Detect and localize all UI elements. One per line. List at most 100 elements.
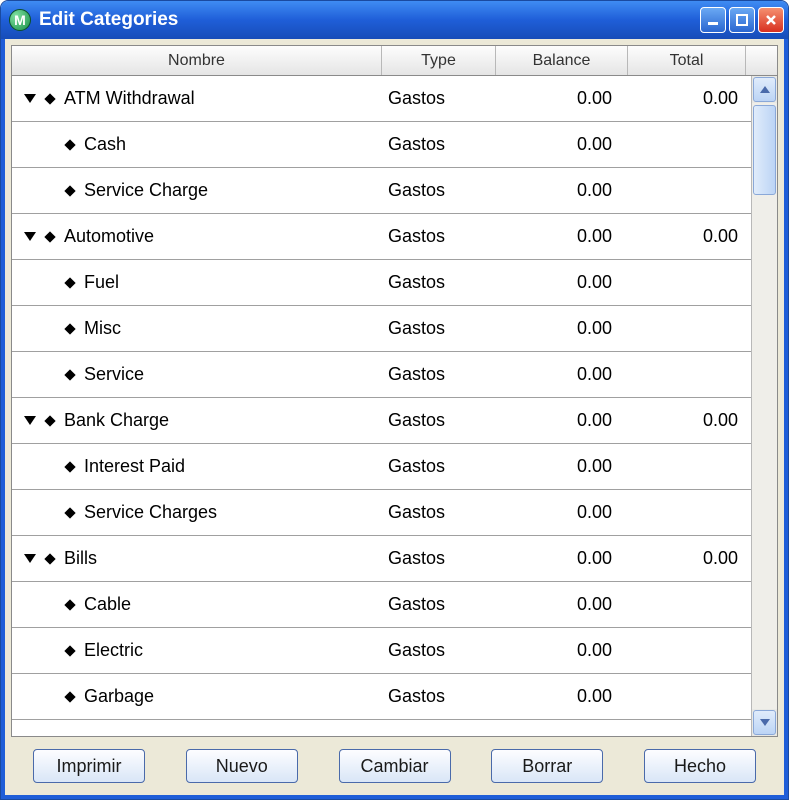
table-row[interactable]: GarbageGastos0.00 [12,674,751,720]
table-row[interactable]: Interest Paid Gastos0.00 [12,444,751,490]
bullet-diamond-icon [64,507,75,518]
cell-balance: 0.00 [496,686,628,707]
cell-name: Cash [12,134,382,155]
category-name: Service Charges [84,502,217,523]
delete-button[interactable]: Borrar [491,749,603,783]
cell-balance: 0.00 [496,88,628,109]
table-row[interactable]: Service ChargeGastos0.00 [12,168,751,214]
window-title: Edit Categories [39,9,700,31]
close-button[interactable] [758,7,784,33]
cell-balance: 0.00 [496,364,628,385]
scroll-up-button[interactable] [753,77,776,102]
cell-type: Gastos [382,594,496,615]
category-name: Electric [84,640,143,661]
cell-name: Garbage [12,686,382,707]
table-rows: ATM WithdrawalGastos0.000.00CashGastos0.… [12,76,751,736]
table-body-viewport: ATM WithdrawalGastos0.000.00CashGastos0.… [12,76,777,736]
table-row[interactable]: BillsGastos0.000.00 [12,536,751,582]
category-name: Service Charge [84,180,208,201]
category-name: Misc [84,318,121,339]
table-row[interactable]: Electric Gastos0.00 [12,628,751,674]
new-button[interactable]: Nuevo [186,749,298,783]
table-row[interactable]: ServiceGastos0.00 [12,352,751,398]
minimize-button[interactable] [700,7,726,33]
bullet-diamond-icon [64,277,75,288]
table-row[interactable]: CableGastos0.00 [12,582,751,628]
column-header-total[interactable]: Total [628,46,746,75]
cell-type: Gastos [382,686,496,707]
category-name: Bills [64,548,97,569]
cell-type: Gastos [382,410,496,431]
cell-total: 0.00 [628,226,746,247]
cell-name: Service Charges [12,502,382,523]
table-row[interactable]: ATM WithdrawalGastos0.000.00 [12,76,751,122]
cell-balance: 0.00 [496,456,628,477]
column-header-balance[interactable]: Balance [496,46,628,75]
titlebar-buttons [700,7,784,33]
cell-type: Gastos [382,502,496,523]
column-header-spacer [746,46,777,75]
cell-name: Interest Paid [12,456,382,477]
change-button[interactable]: Cambiar [339,749,451,783]
table-row[interactable]: Bank ChargeGastos0.000.00 [12,398,751,444]
cell-name: Automotive [12,226,382,247]
scroll-down-button[interactable] [753,710,776,735]
cell-balance: 0.00 [496,594,628,615]
maximize-icon [736,14,748,26]
bullet-diamond-icon [64,139,75,150]
bullet-diamond-icon [64,369,75,380]
cell-balance: 0.00 [496,318,628,339]
column-header-type[interactable]: Type [382,46,496,75]
cell-balance: 0.00 [496,502,628,523]
window: M Edit Categories Nombre Type Balance To… [0,0,789,800]
titlebar[interactable]: M Edit Categories [1,1,788,39]
bullet-diamond-icon [44,415,55,426]
cell-type: Gastos [382,226,496,247]
cell-type: Gastos [382,640,496,661]
vertical-scrollbar[interactable] [751,76,777,736]
table-row[interactable]: AutomotiveGastos0.000.00 [12,214,751,260]
minimize-icon [707,14,719,26]
cell-name: Bank Charge [12,410,382,431]
category-name: ATM Withdrawal [64,88,195,109]
column-header-name[interactable]: Nombre [12,46,382,75]
table-row[interactable]: FuelGastos0.00 [12,260,751,306]
table-row[interactable]: CashGastos0.00 [12,122,751,168]
category-name: Interest Paid [84,456,185,477]
disclosure-triangle-icon[interactable] [24,232,36,241]
cell-name: Cable [12,594,382,615]
bullet-diamond-icon [64,645,75,656]
cell-name: Bills [12,548,382,569]
client-area: Nombre Type Balance Total ATM Withdrawal… [1,39,788,799]
done-button[interactable]: Hecho [644,749,756,783]
scrollbar-track[interactable] [752,103,777,709]
table-row[interactable]: Service Charges Gastos0.00 [12,490,751,536]
disclosure-triangle-icon[interactable] [24,554,36,563]
cell-name: Service [12,364,382,385]
bullet-diamond-icon [44,93,55,104]
disclosure-triangle-icon[interactable] [24,94,36,103]
cell-balance: 0.00 [496,134,628,155]
print-button[interactable]: Imprimir [33,749,145,783]
scrollbar-thumb[interactable] [753,105,776,195]
category-name: Automotive [64,226,154,247]
table-header: Nombre Type Balance Total [12,46,777,76]
cell-type: Gastos [382,134,496,155]
close-icon [765,14,777,26]
cell-type: Gastos [382,272,496,293]
category-name: Bank Charge [64,410,169,431]
cell-type: Gastos [382,318,496,339]
cell-type: Gastos [382,456,496,477]
arrow-up-icon [760,86,770,93]
bullet-diamond-icon [64,691,75,702]
disclosure-triangle-icon[interactable] [24,416,36,425]
cell-type: Gastos [382,180,496,201]
cell-name: Fuel [12,272,382,293]
bullet-diamond-icon [44,553,55,564]
table-row[interactable]: Misc Gastos0.00 [12,306,751,352]
bullet-diamond-icon [64,599,75,610]
maximize-button[interactable] [729,7,755,33]
cell-balance: 0.00 [496,272,628,293]
cell-name: Service Charge [12,180,382,201]
cell-balance: 0.00 [496,640,628,661]
